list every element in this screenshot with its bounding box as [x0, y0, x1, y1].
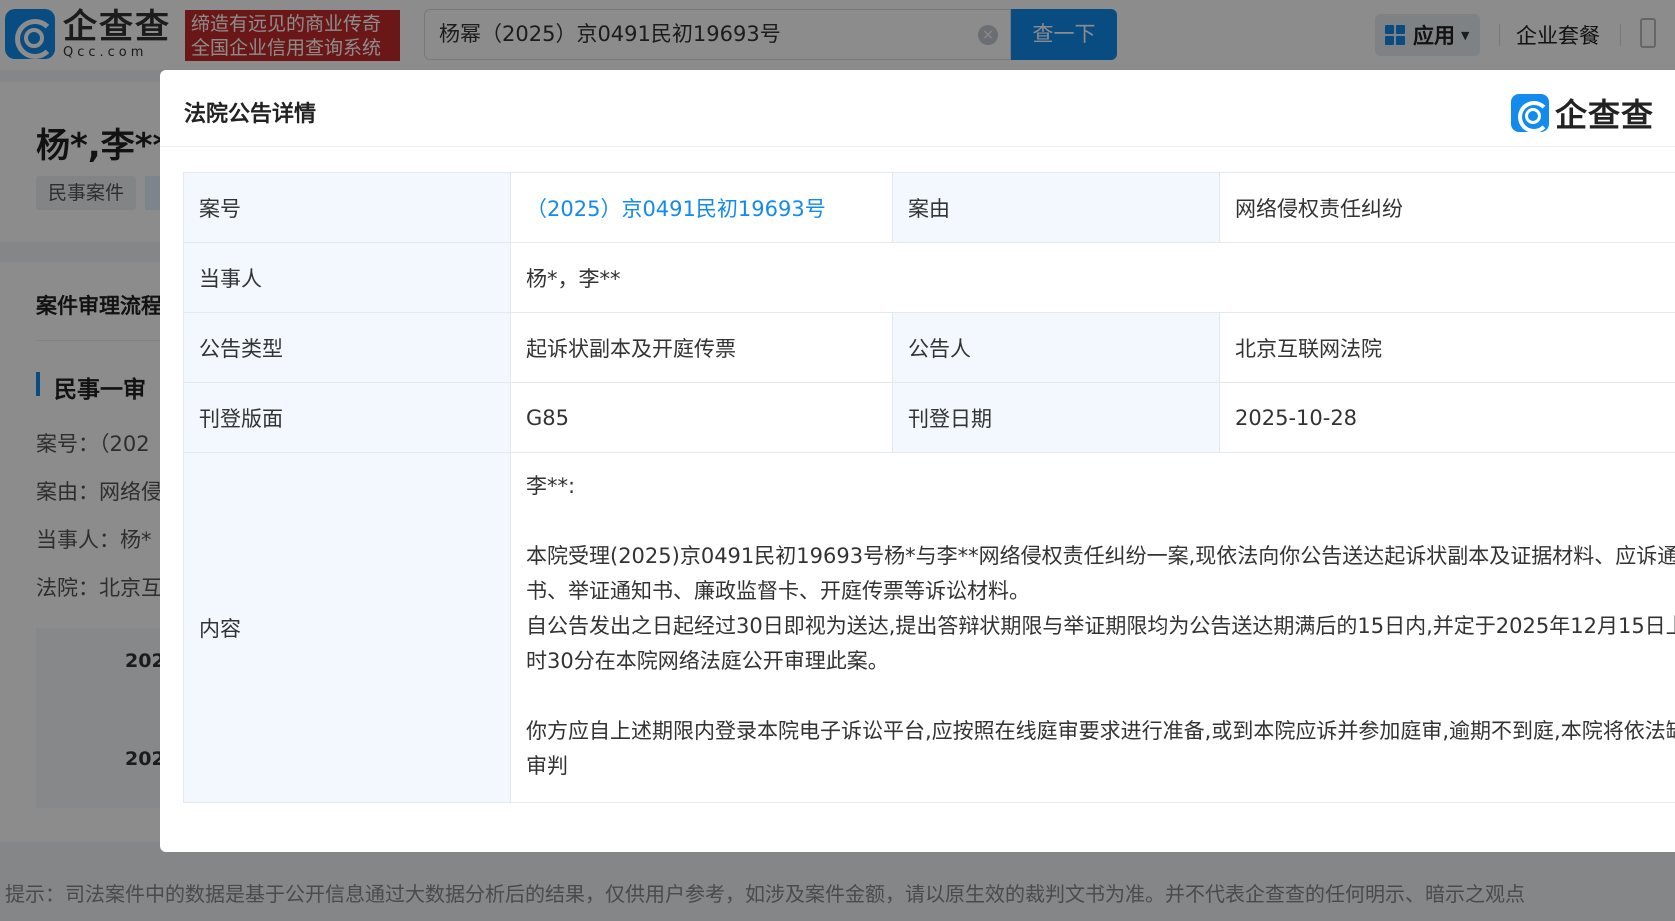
table-row: 案号 （2025）京0491民初19693号 案由 网络侵权责任纠纷: [183, 172, 1675, 243]
qcc-logo-icon: [1511, 94, 1550, 133]
content-salutation: 李**:: [526, 474, 576, 498]
table-row: 公告类型 起诉状副本及开庭传票 公告人 北京互联网法院: [183, 312, 1675, 383]
cause-value: 网络侵权责任纠纷: [1219, 172, 1675, 243]
content-paragraph: 自公告发出之日起经过30日即视为送达,提出答辩状期限与举证期限均为公告送达期满后…: [526, 614, 1675, 673]
case-no-label: 案号: [183, 172, 511, 243]
publish-page-value: G85: [510, 382, 893, 453]
announcer-label: 公告人: [892, 312, 1220, 383]
notice-content: 李**: 本院受理(2025)京0491民初19693号杨*与李**网络侵权责任…: [510, 452, 1675, 803]
modal-logo: 企查查: [1511, 90, 1654, 136]
party-label: 当事人: [183, 242, 511, 313]
court-notice-modal: 法院公告详情 企查查 案号 （2025）京0491民初19693号 案由 网络侵…: [160, 70, 1675, 852]
modal-title: 法院公告详情: [184, 102, 317, 127]
announcer-value: 北京互联网法院: [1219, 312, 1675, 383]
cause-label: 案由: [892, 172, 1220, 243]
party-value: 杨*，李**: [510, 242, 1675, 313]
publish-date-value: 2025-10-28: [1219, 382, 1675, 453]
modal-logo-text: 企查查: [1555, 96, 1655, 134]
table-row: 当事人 杨*，李**: [183, 242, 1675, 313]
table-row: 内容 李**: 本院受理(2025)京0491民初19693号杨*与李**网络侵…: [183, 452, 1675, 803]
content-paragraph: 你方应自上述期限内登录本院电子诉讼平台,应按照在线庭审要求进行准备,或到本院应诉…: [526, 719, 1675, 778]
publish-date-label: 刊登日期: [892, 382, 1220, 453]
publish-page-label: 刊登版面: [183, 382, 511, 453]
content-paragraph: 本院受理(2025)京0491民初19693号杨*与李**网络侵权责任纠纷一案,…: [526, 544, 1675, 603]
content-label: 内容: [183, 452, 511, 803]
modal-header: 法院公告详情 企查查: [160, 70, 1675, 147]
table-row: 刊登版面 G85 刊登日期 2025-10-28: [183, 382, 1675, 453]
notice-detail-table: 案号 （2025）京0491民初19693号 案由 网络侵权责任纠纷 当事人 杨…: [183, 172, 1675, 803]
case-no-link[interactable]: （2025）京0491民初19693号: [510, 172, 893, 243]
notice-type-value: 起诉状副本及开庭传票: [510, 312, 893, 383]
notice-type-label: 公告类型: [183, 312, 511, 383]
